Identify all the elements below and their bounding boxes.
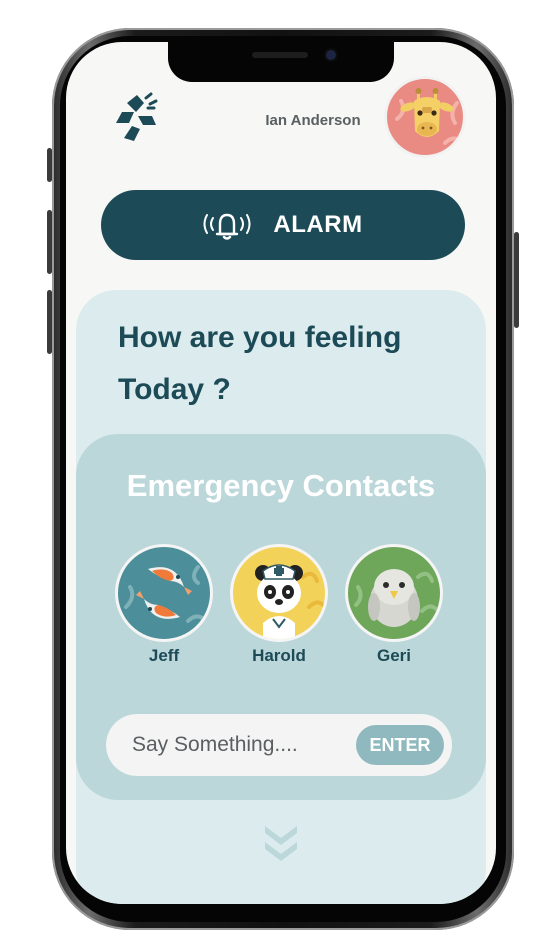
contact-name: Jeff — [148, 646, 180, 665]
feeling-question-line1: How are you feeling — [118, 321, 402, 354]
contact-harold[interactable]: Harold — [229, 544, 329, 666]
bird-avatar-icon — [354, 569, 438, 627]
medical-cross-logo-icon — [116, 92, 158, 141]
contact-name: Harold — [252, 646, 306, 665]
contact-jeff[interactable]: Jeff — [114, 544, 214, 666]
contact-name: Geri — [376, 646, 412, 665]
user-name: Ian Anderson — [265, 112, 361, 129]
contact-avatar — [230, 544, 328, 642]
double-chevron-down-icon[interactable] — [258, 820, 304, 866]
volume-up-button — [47, 210, 52, 274]
giraffe-avatar-icon — [395, 88, 463, 145]
user-avatar[interactable] — [384, 76, 466, 158]
phone-screen: Ian Anderson ALARM How are you feeling T… — [66, 42, 496, 904]
message-box: ENTER — [106, 714, 452, 776]
contact-geri[interactable]: Geri — [344, 544, 444, 666]
silent-switch — [47, 148, 52, 182]
volume-down-button — [47, 290, 52, 354]
feeling-question: How are you feeling Today ? — [118, 312, 448, 416]
speaker-grille — [252, 52, 308, 58]
contact-avatar — [115, 544, 213, 642]
feeling-question-line2: Today ? — [118, 373, 231, 406]
front-camera — [326, 50, 336, 60]
emergency-contacts-title: Emergency Contacts — [126, 468, 436, 503]
power-button — [514, 232, 519, 328]
bell-ringing-icon — [203, 213, 251, 240]
koi-fish-avatar-icon — [124, 565, 206, 623]
panda-nurse-avatar-icon — [255, 564, 325, 639]
alarm-button[interactable]: ALARM — [101, 190, 465, 260]
message-input[interactable] — [132, 728, 346, 762]
notch — [168, 42, 394, 82]
enter-button[interactable]: ENTER — [356, 725, 444, 765]
contact-avatar — [345, 544, 443, 642]
alarm-label: ALARM — [273, 211, 363, 238]
